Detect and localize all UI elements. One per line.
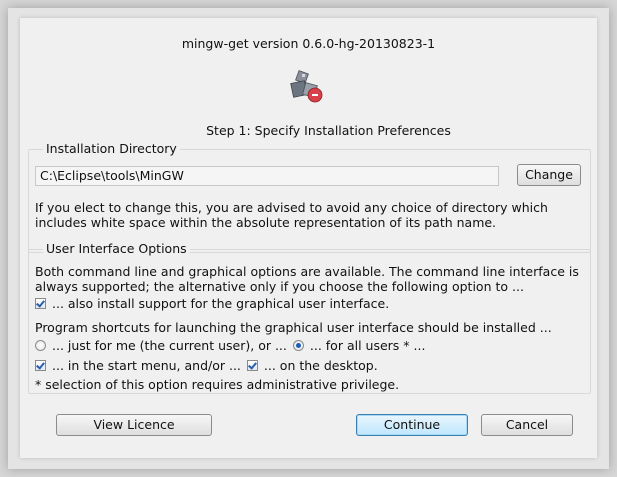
gui-support-label: ... also install support for the graphic… (52, 296, 390, 311)
shortcuts-text: Program shortcuts for launching the grap… (35, 320, 552, 335)
start-menu-checkbox[interactable] (35, 360, 46, 371)
just-for-me-label: ... just for me (the current user), or .… (52, 338, 287, 353)
installation-directory-group: Installation Directory C:\Eclipse\tools\… (28, 141, 591, 253)
installation-path-field[interactable]: C:\Eclipse\tools\MinGW (35, 166, 499, 186)
ui-options-intro-text: Both command line and graphical options … (35, 264, 579, 294)
continue-button[interactable]: Continue (356, 414, 468, 436)
user-interface-options-group: User Interface Options Both command line… (28, 241, 591, 394)
gui-support-option[interactable]: ... also install support for the graphic… (35, 296, 389, 311)
desktop-checkbox[interactable] (246, 360, 258, 371)
version-text: mingw-get version 0.6.0-hg-20130823-1 (181, 36, 436, 51)
installer-dialog: mingw-get version 0.6.0-hg-20130823-1 St… (20, 18, 597, 458)
shortcut-scope-row: ... just for me (the current user), or .… (35, 338, 425, 353)
cancel-button[interactable]: Cancel (481, 414, 573, 436)
all-users-radio[interactable] (292, 340, 304, 351)
gui-support-checkbox[interactable] (35, 298, 46, 309)
shortcut-location-row: ... in the start menu, and/or ... ... on … (35, 358, 378, 373)
just-for-me-radio[interactable] (35, 340, 46, 351)
user-interface-options-label: User Interface Options (43, 241, 190, 256)
mingw-installer-icon (290, 70, 323, 103)
directory-advice-text: If you elect to change this, you are adv… (35, 200, 548, 230)
admin-privilege-note: * selection of this option requires admi… (35, 377, 400, 392)
all-users-label: ... for all users * ... (309, 338, 426, 353)
change-directory-button[interactable]: Change (517, 164, 581, 186)
installation-directory-label: Installation Directory (43, 141, 180, 156)
view-licence-button[interactable]: View Licence (56, 414, 212, 436)
start-menu-label: ... in the start menu, and/or ... (52, 358, 241, 373)
desktop-label: ... on the desktop. (263, 358, 378, 373)
step-title: Step 1: Specify Installation Preferences (206, 123, 451, 138)
